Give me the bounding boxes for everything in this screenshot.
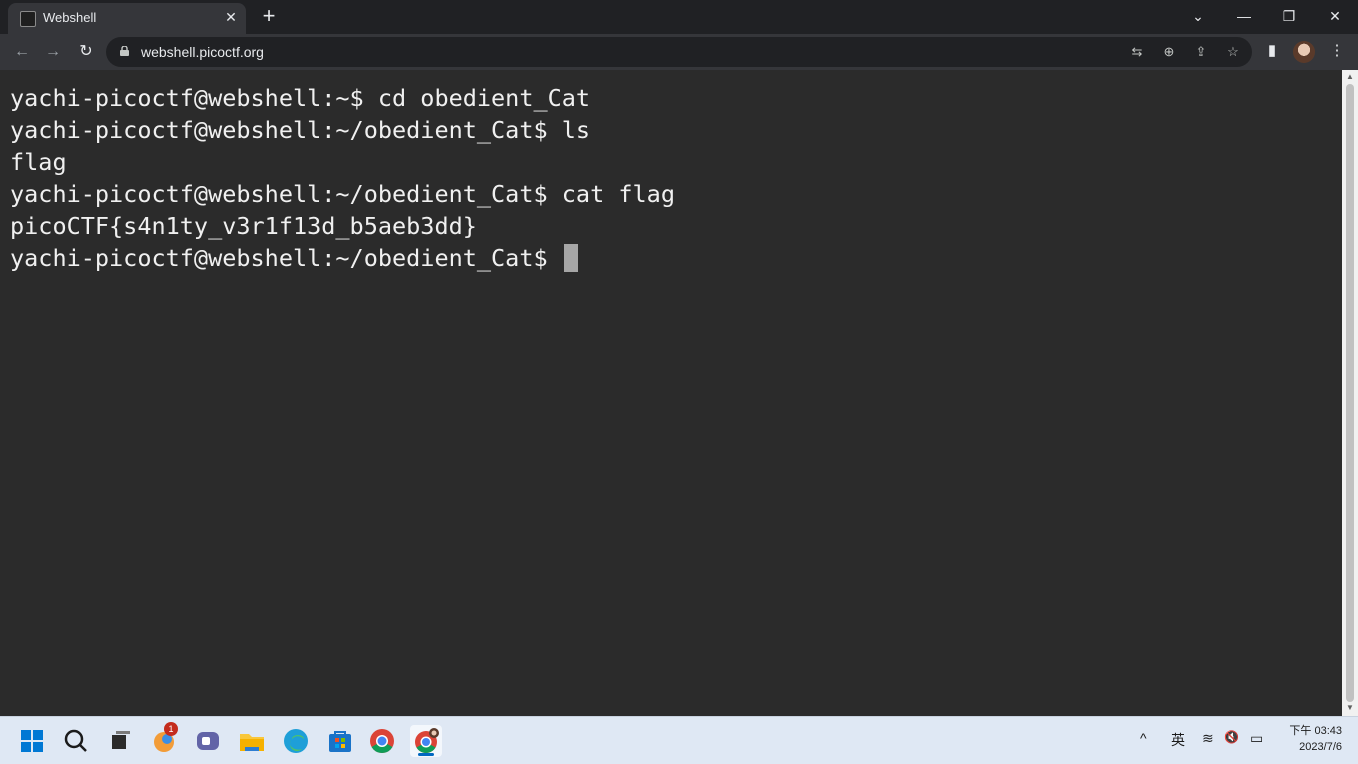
- side-panel-icon[interactable]: ▮: [1261, 40, 1283, 62]
- task-view-icon[interactable]: [104, 725, 136, 757]
- battery-icon[interactable]: ▭: [1250, 730, 1263, 747]
- address-bar[interactable]: webshell.picoctf.org ⇆ ⊕ ⇪ ☆: [106, 37, 1252, 67]
- taskbar: [0, 716, 1358, 764]
- terminal-prompt-line[interactable]: yachi-picoctf@webshell:~/obedient_Cat$: [10, 242, 1342, 274]
- lock-icon[interactable]: [120, 46, 129, 56]
- bookmark-star-icon[interactable]: ☆: [1224, 43, 1242, 61]
- clock-time: 下午 03:43: [1289, 725, 1342, 737]
- wifi-icon[interactable]: ≋: [1202, 730, 1214, 747]
- tab-strip: Webshell ✕ + ⌄ — ❐ ✕: [0, 0, 1358, 34]
- windows-start-icon[interactable]: [16, 725, 48, 757]
- input-method-indicator[interactable]: 英: [1171, 730, 1185, 750]
- browser-toolbar: ← → ↻ webshell.picoctf.org ⇆ ⊕ ⇪ ☆ ▮ ⋮: [0, 34, 1358, 70]
- minimize-button[interactable]: —: [1230, 3, 1258, 29]
- translate-icon[interactable]: ⇆: [1128, 43, 1146, 61]
- terminal-line: yachi-picoctf@webshell:~/obedient_Cat$ l…: [10, 116, 591, 144]
- edge-browser-icon[interactable]: [280, 725, 312, 757]
- back-button[interactable]: ←: [9, 39, 35, 65]
- file-explorer-icon[interactable]: [236, 725, 268, 757]
- forward-button[interactable]: →: [40, 39, 66, 65]
- scrollbar-thumb[interactable]: [1346, 84, 1354, 702]
- chrome-icon[interactable]: [366, 725, 398, 757]
- microsoft-store-icon[interactable]: [324, 725, 356, 757]
- scroll-up-arrow-icon[interactable]: ▲: [1346, 73, 1354, 81]
- scroll-down-arrow-icon[interactable]: ▼: [1346, 704, 1354, 712]
- terminal-line: yachi-picoctf@webshell:~$ cd obedient_Ca…: [10, 84, 591, 112]
- restore-button[interactable]: ❐: [1275, 3, 1303, 29]
- terminal-line: picoCTF{s4n1ty_v3r1f13d_b5aeb3dd}: [10, 212, 477, 240]
- close-window-button[interactable]: ✕: [1321, 3, 1349, 29]
- tab-search-chevron-icon[interactable]: ⌄: [1184, 3, 1212, 29]
- clock-date: 2023/7/6: [1299, 741, 1342, 753]
- url-text[interactable]: webshell.picoctf.org: [141, 44, 264, 60]
- profile-avatar[interactable]: [1293, 41, 1315, 63]
- terminal-prompt: yachi-picoctf@webshell:~/obedient_Cat$: [10, 244, 562, 272]
- menu-icon[interactable]: ⋮: [1326, 40, 1348, 62]
- chat-icon[interactable]: [192, 725, 224, 757]
- terminal-favicon-icon: [20, 11, 36, 27]
- share-icon[interactable]: ⇪: [1192, 43, 1210, 61]
- tab-title: Webshell: [43, 10, 97, 25]
- notification-badge: 1: [164, 722, 178, 736]
- terminal-line: flag: [10, 148, 67, 176]
- tray-overflow-chevron-icon[interactable]: ^: [1140, 730, 1147, 746]
- taskbar-clock[interactable]: 下午 03:43 2023/7/6: [1278, 723, 1342, 755]
- volume-muted-icon[interactable]: 🔇: [1224, 730, 1239, 744]
- active-app-indicator: [418, 753, 434, 756]
- close-tab-icon[interactable]: ✕: [222, 8, 240, 26]
- tab-webshell[interactable]: Webshell ✕: [8, 3, 246, 34]
- terminal-cursor: [563, 244, 578, 272]
- new-tab-button[interactable]: +: [258, 5, 280, 27]
- terminal-scrollbar[interactable]: ▲ ▼: [1342, 70, 1358, 716]
- terminal-area[interactable]: yachi-picoctf@webshell:~$ cd obedient_Ca…: [0, 70, 1342, 716]
- reload-button[interactable]: ↻: [73, 39, 99, 65]
- search-icon[interactable]: [60, 725, 92, 757]
- zoom-icon[interactable]: ⊕: [1160, 43, 1178, 61]
- terminal-line: yachi-picoctf@webshell:~/obedient_Cat$ c…: [10, 180, 675, 208]
